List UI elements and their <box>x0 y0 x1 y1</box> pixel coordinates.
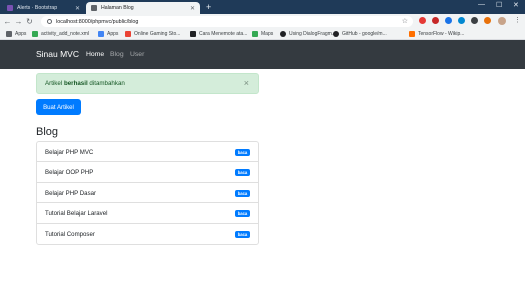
bookmark-cara-menemote[interactable]: Cara Menemote ata... <box>190 31 247 37</box>
android-icon <box>32 31 38 37</box>
bookmark-label: Online Gaming Sto... <box>134 31 181 37</box>
bookmarks-bar: Apps activity_add_note.xml Apps Online G… <box>0 29 525 40</box>
article-title: Belajar OOP PHP <box>45 169 94 177</box>
success-alert: Artikel berhasil ditambahkan × <box>36 73 259 94</box>
github-icon <box>280 31 286 37</box>
game-icon <box>125 31 131 37</box>
bookmark-apps[interactable]: Apps <box>6 31 26 37</box>
close-tab-icon[interactable]: ✕ <box>190 5 195 12</box>
site-navbar: Sinau MVC Home Blog User <box>0 40 525 69</box>
list-item: Tutorial Composer baca <box>37 224 258 244</box>
bookmark-label: Cara Menemote ata... <box>199 31 248 37</box>
read-badge[interactable]: baca <box>235 230 250 238</box>
nav-link-home[interactable]: Home <box>86 51 104 58</box>
address-bar[interactable]: localhost:8000/phpmvc/public/blog ☆ <box>41 16 413 27</box>
close-tab-icon[interactable]: ✕ <box>75 5 80 12</box>
page-favicon-icon <box>91 5 97 11</box>
list-item: Belajar PHP Dasar baca <box>37 183 258 204</box>
read-badge[interactable]: baca <box>235 169 250 177</box>
bookmark-label: Using DialogFragm... <box>289 31 336 37</box>
alert-text-prefix: Artikel <box>45 80 63 87</box>
extension-heart-icon[interactable] <box>484 17 491 24</box>
web-page: Sinau MVC Home Blog User Artikel berhasi… <box>0 40 525 288</box>
profile-avatar[interactable] <box>498 17 506 25</box>
bookmark-star-icon[interactable]: ☆ <box>402 17 408 25</box>
browser-menu-icon[interactable]: ⋮ <box>514 16 521 24</box>
close-window-icon[interactable]: ✕ <box>513 1 519 9</box>
article-title: Belajar PHP MVC <box>45 149 94 156</box>
bookmark-label: Apps <box>107 31 119 37</box>
bookmark-label: Apps <box>15 31 27 37</box>
nav-link-blog[interactable]: Blog <box>110 51 124 58</box>
bookmark-maps[interactable]: Maps <box>252 31 273 37</box>
article-title: Tutorial Composer <box>45 230 95 238</box>
bootstrap-favicon-icon <box>7 5 13 11</box>
extension-edit-icon[interactable] <box>458 17 465 24</box>
alert-text-bold: berhasil <box>63 80 88 87</box>
article-title: Tutorial Belajar Laravel <box>45 210 108 218</box>
back-icon[interactable]: ← <box>2 17 13 26</box>
read-badge[interactable]: baca <box>235 210 250 218</box>
extension-dark-icon[interactable] <box>471 17 478 24</box>
extension-blue-icon[interactable] <box>445 17 452 24</box>
browser-tab-blog[interactable]: Halaman Blog ✕ <box>86 2 200 14</box>
page-icon <box>190 31 196 37</box>
reload-icon[interactable]: ↻ <box>24 17 35 26</box>
browser-tab-alerts[interactable]: Alerts · Bootstrap ✕ <box>2 2 85 14</box>
bookmark-apps-2[interactable]: Apps <box>98 31 118 37</box>
minimize-icon[interactable]: — <box>478 1 485 8</box>
tab-title: Halaman Blog <box>101 5 134 11</box>
new-tab-icon[interactable]: + <box>206 2 211 12</box>
tensorflow-icon <box>409 31 415 37</box>
article-title: Belajar PHP Dasar <box>45 189 97 197</box>
tab-title: Alerts · Bootstrap <box>17 5 58 11</box>
extension-shield-icon[interactable] <box>419 17 426 24</box>
navbar-brand[interactable]: Sinau MVC <box>36 49 79 59</box>
create-article-button[interactable]: Buat Artikel <box>36 99 81 115</box>
forward-icon[interactable]: → <box>13 17 24 26</box>
list-item: Belajar PHP MVC baca <box>37 142 258 163</box>
bookmark-label: GitHub - google/m... <box>342 31 387 37</box>
alert-close-button[interactable]: × <box>244 78 249 88</box>
bookmark-label: TensorFlow - Wikip... <box>418 31 465 37</box>
info-icon[interactable] <box>47 19 52 24</box>
bookmark-github-google[interactable]: GitHub - google/m... <box>333 31 387 37</box>
browser-tab-strip: Alerts · Bootstrap ✕ Halaman Blog ✕ + — … <box>0 0 525 14</box>
read-badge[interactable]: baca <box>235 189 250 197</box>
bookmark-tensorflow[interactable]: TensorFlow - Wikip... <box>409 31 464 37</box>
bookmark-dialogfragment[interactable]: Using DialogFragm... <box>280 31 336 37</box>
page-title: Blog <box>36 126 59 138</box>
bookmark-label: activity_add_note.xml <box>41 31 90 37</box>
list-item: Tutorial Belajar Laravel baca <box>37 203 258 224</box>
bookmark-activity-add-note[interactable]: activity_add_note.xml <box>32 31 89 37</box>
maximize-icon[interactable]: ☐ <box>496 1 502 9</box>
read-badge[interactable]: baca <box>235 149 250 156</box>
bookmark-online-gaming[interactable]: Online Gaming Sto... <box>125 31 180 37</box>
article-list: Belajar PHP MVC baca Belajar OOP PHP bac… <box>36 141 259 245</box>
list-item: Belajar OOP PHP baca <box>37 162 258 183</box>
extension-red-icon[interactable] <box>432 17 439 24</box>
bookmark-label: Maps <box>261 31 274 37</box>
nav-link-user[interactable]: User <box>130 51 144 58</box>
alert-text-suffix: ditambahkan <box>89 80 125 87</box>
url-text: localhost:8000/phpmvc/public/blog <box>56 18 139 25</box>
apps-grid-icon <box>98 31 104 37</box>
github-icon <box>333 31 339 37</box>
apps-grid-icon <box>6 31 12 37</box>
maps-icon <box>252 31 258 37</box>
